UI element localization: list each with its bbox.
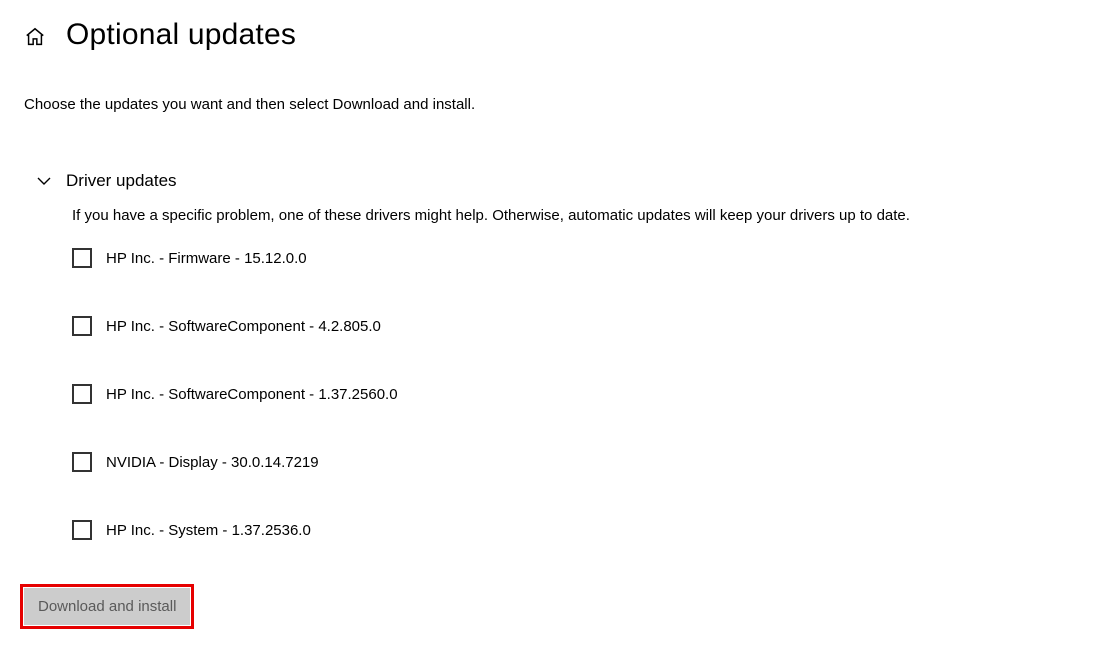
page-header: Optional updates [24, 18, 1093, 52]
section-title: Driver updates [66, 171, 177, 191]
section-description: If you have a specific problem, one of t… [72, 207, 1093, 224]
update-checkbox[interactable] [72, 520, 92, 540]
chevron-down-icon [36, 173, 52, 189]
update-item: HP Inc. - System - 1.37.2536.0 [72, 520, 1093, 540]
home-icon[interactable] [24, 26, 46, 48]
update-checkbox[interactable] [72, 384, 92, 404]
update-label: HP Inc. - SoftwareComponent - 4.2.805.0 [106, 318, 381, 335]
download-install-button[interactable]: Download and install [24, 588, 190, 625]
page-title: Optional updates [66, 18, 296, 52]
update-checkbox[interactable] [72, 248, 92, 268]
update-checkbox[interactable] [72, 452, 92, 472]
update-checkbox[interactable] [72, 316, 92, 336]
update-label: HP Inc. - System - 1.37.2536.0 [106, 522, 311, 539]
update-label: NVIDIA - Display - 30.0.14.7219 [106, 454, 319, 471]
instruction-text: Choose the updates you want and then sel… [24, 96, 1093, 113]
update-item: HP Inc. - Firmware - 15.12.0.0 [72, 248, 1093, 268]
update-item: HP Inc. - SoftwareComponent - 1.37.2560.… [72, 384, 1093, 404]
update-item: HP Inc. - SoftwareComponent - 4.2.805.0 [72, 316, 1093, 336]
update-list: HP Inc. - Firmware - 15.12.0.0 HP Inc. -… [72, 248, 1093, 540]
update-item: NVIDIA - Display - 30.0.14.7219 [72, 452, 1093, 472]
driver-updates-toggle[interactable]: Driver updates [36, 171, 1093, 191]
update-label: HP Inc. - SoftwareComponent - 1.37.2560.… [106, 386, 398, 403]
update-label: HP Inc. - Firmware - 15.12.0.0 [106, 250, 307, 267]
